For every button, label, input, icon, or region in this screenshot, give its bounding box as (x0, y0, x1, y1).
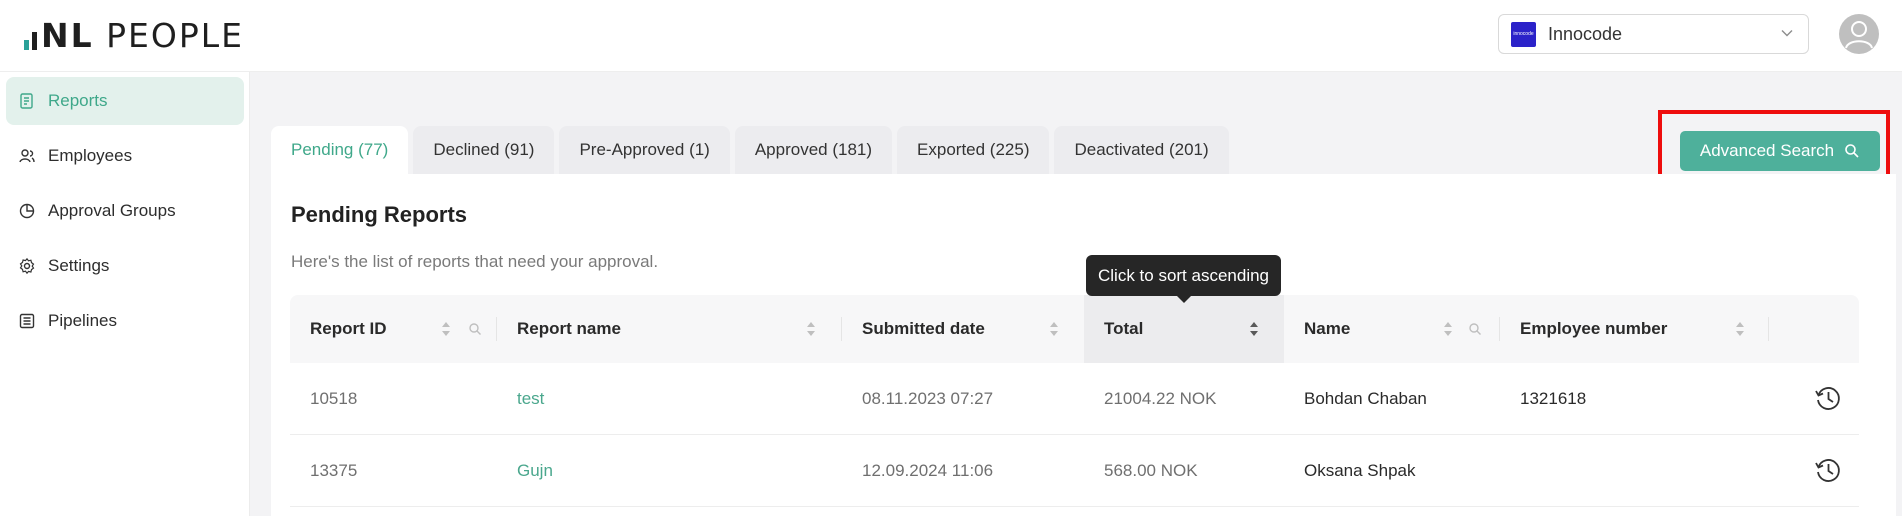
column-header-report-name[interactable]: Report name (497, 295, 841, 363)
column-search-icon[interactable] (1468, 322, 1482, 336)
cell-submitted-date: 12.09.2024 11:06 (862, 461, 994, 480)
column-header-label: Report ID (310, 319, 387, 338)
tab-deactivated[interactable]: Deactivated (201) (1054, 126, 1229, 174)
sort-tooltip: Click to sort ascending (1086, 255, 1281, 296)
table-header: Report ID Report name Submitted date Tot… (290, 295, 1859, 363)
organization-select-value: Innocode (1548, 23, 1623, 44)
cell-submitted-date: 08.11.2023 07:27 (862, 389, 994, 408)
sidebar-item-settings[interactable]: Settings (6, 242, 244, 290)
sidebar-item-label: Approval Groups (48, 201, 176, 220)
cell-report-id: 10518 (310, 389, 358, 408)
report-status-tabs: Pending (77) Declined (91) Pre-Approved … (271, 126, 1229, 174)
sidebar: Reports Employees Approval Groups Settin… (0, 72, 250, 516)
organization-badge: innocode (1511, 21, 1536, 47)
sidebar-item-label: Pipelines (48, 311, 117, 330)
column-divider (1768, 317, 1769, 341)
sidebar-item-label: Settings (48, 256, 110, 275)
tab-declined[interactable]: Declined (91) (413, 126, 555, 174)
user-icon (1845, 21, 1873, 49)
page-title: Pending Reports (291, 202, 468, 227)
history-icon[interactable] (1813, 383, 1843, 413)
logo-text: PEOPLE (106, 15, 245, 55)
cell-total: 568.00 NOK (1104, 461, 1198, 480)
history-icon[interactable] (1813, 455, 1843, 485)
sort-icon[interactable] (1248, 320, 1260, 338)
column-header-label: Submitted date (862, 319, 985, 338)
column-header-label: Total (1104, 319, 1144, 338)
gear-icon (19, 257, 35, 275)
sort-icon[interactable] (805, 320, 817, 338)
table-row[interactable]: 10518 test 08.11.2023 07:27 21004.22 NOK… (290, 363, 1859, 435)
tab-exported[interactable]: Exported (225) (897, 126, 1050, 174)
column-header-label: Employee number (1520, 319, 1668, 338)
reports-panel: Pending Reports Here's the list of repor… (271, 174, 1896, 516)
column-header-report-id[interactable]: Report ID (290, 295, 496, 363)
tab-pre-approved[interactable]: Pre-Approved (1) (559, 126, 730, 174)
reports-table: Report ID Report name Submitted date Tot… (290, 295, 1859, 507)
column-search-icon[interactable] (468, 322, 482, 336)
approval-groups-icon (19, 203, 35, 219)
top-header: NL PEOPLE innocode Innocode (0, 0, 1902, 72)
logo-text-bold: NL (41, 15, 94, 55)
user-avatar[interactable] (1839, 14, 1879, 54)
column-header-name[interactable]: Name (1284, 295, 1499, 363)
cell-name: Bohdan Chaban (1304, 389, 1427, 408)
table-row[interactable]: 13375 Gujn 12.09.2024 11:06 568.00 NOK O… (290, 435, 1859, 507)
sidebar-item-approval-groups[interactable]: Approval Groups (6, 187, 244, 235)
sort-icon[interactable] (1442, 320, 1454, 338)
pipelines-icon (19, 313, 35, 329)
cell-name: Oksana Shpak (1304, 461, 1416, 480)
chevron-down-icon (1781, 30, 1793, 37)
reports-icon (20, 93, 33, 109)
sort-icon[interactable] (1734, 320, 1746, 338)
logo-bars-icon (24, 20, 37, 50)
sidebar-item-employees[interactable]: Employees (6, 132, 244, 180)
sidebar-item-pipelines[interactable]: Pipelines (6, 297, 244, 345)
cell-total: 21004.22 NOK (1104, 389, 1217, 408)
report-name-link[interactable]: test (517, 363, 544, 435)
app-logo[interactable]: NL PEOPLE (24, 15, 245, 55)
sort-icon[interactable] (440, 320, 452, 338)
main-content: Pending (77) Declined (91) Pre-Approved … (250, 72, 1902, 516)
column-header-label: Report name (517, 319, 621, 338)
employees-icon (19, 149, 35, 163)
sidebar-item-label: Reports (48, 91, 108, 110)
organization-select[interactable]: innocode Innocode (1498, 14, 1809, 54)
column-header-employee-number[interactable]: Employee number (1500, 295, 1768, 363)
sidebar-item-reports[interactable]: Reports (6, 77, 244, 125)
sort-icon[interactable] (1048, 320, 1060, 338)
cell-employee-number: 1321618 (1520, 389, 1587, 408)
tooltip-arrow (1176, 295, 1192, 303)
sidebar-item-label: Employees (48, 146, 133, 165)
cell-report-id: 13375 (310, 461, 358, 480)
tab-approved[interactable]: Approved (181) (734, 126, 893, 174)
report-name-link[interactable]: Gujn (517, 435, 553, 507)
column-header-label: Name (1304, 319, 1351, 338)
tab-pending[interactable]: Pending (77) (271, 126, 409, 174)
page-subtitle: Here's the list of reports that need you… (291, 252, 659, 271)
